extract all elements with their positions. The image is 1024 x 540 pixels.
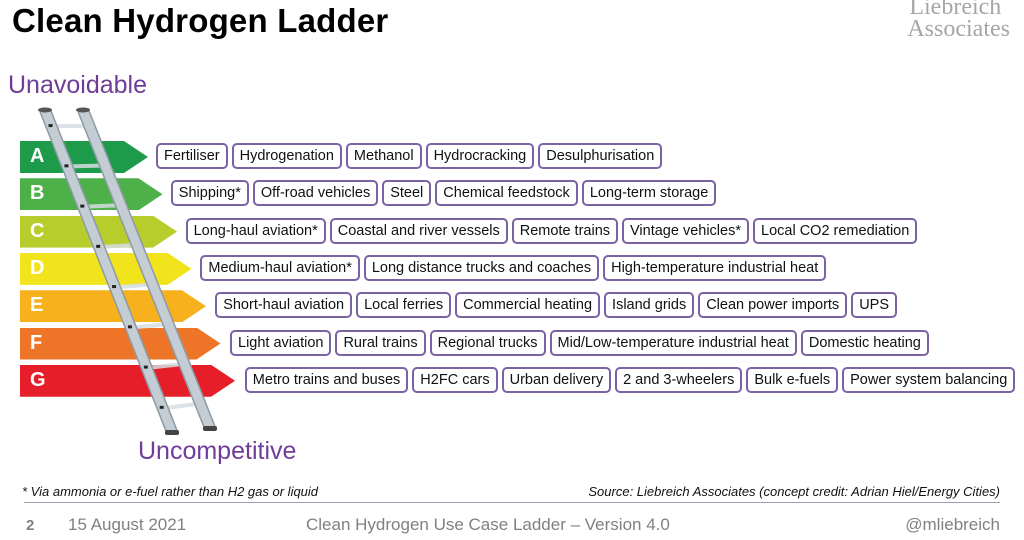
- ladder-rung: [70, 163, 101, 169]
- use-case-chip: Metro trains and buses: [244, 366, 409, 393]
- use-case-chip: Long-term storage: [581, 180, 717, 207]
- ladder-rung: [133, 322, 165, 330]
- use-case-chip: 2 and 3-wheelers: [615, 366, 743, 393]
- use-case-chip: Long-haul aviation*: [185, 217, 326, 244]
- use-case-chip: Chemical feedstock: [435, 180, 578, 207]
- use-case-row-a: Fertiliser Hydrogenation Methanol Hydrocrac…: [156, 143, 663, 169]
- use-case-chip: Domestic heating: [800, 329, 929, 356]
- use-case-chip: Commercial heating: [455, 292, 601, 319]
- use-case-chip: Clean power imports: [698, 292, 848, 319]
- use-case-chip: Hydrocracking: [425, 143, 535, 169]
- ladder-rung: [149, 362, 181, 370]
- ladder-rivet: [143, 365, 148, 369]
- use-case-chip: Local ferries: [356, 292, 452, 319]
- ladder-rivet: [80, 204, 85, 208]
- ladder-rivet: [96, 244, 101, 248]
- use-case-chip: Hydrogenation: [231, 143, 342, 169]
- use-case-chip: Steel: [382, 180, 432, 207]
- ladder-rail-cap: [38, 107, 52, 113]
- use-case-chip: H2FC cars: [412, 366, 498, 393]
- use-case-chip: Short-haul aviation: [215, 292, 353, 319]
- footer-divider: [24, 502, 1000, 503]
- ladder-rivet: [64, 164, 69, 168]
- footer-date: 15 August 2021: [68, 515, 187, 534]
- footer-handle: @mliebreich: [905, 515, 1000, 534]
- ladder-rung: [86, 203, 117, 209]
- use-case-chip: Fertiliser: [156, 143, 228, 169]
- ladder-rivet: [48, 124, 53, 128]
- use-case-chip: Vintage vehicles*: [622, 217, 749, 244]
- use-case-chip: Light aviation: [230, 329, 332, 356]
- use-case-chip: Bulk e-fuels: [746, 366, 839, 393]
- use-case-chip: UPS: [851, 292, 898, 319]
- ladder-rivet: [127, 325, 132, 329]
- use-case-chip: Coastal and river vessels: [329, 217, 508, 244]
- use-case-chip: Medium-haul aviation*: [200, 254, 360, 281]
- use-case-row-c: Long-haul aviation* Coastal and river ves…: [185, 217, 918, 244]
- use-case-chip: Power system balancing: [842, 366, 1016, 393]
- footer-deck-title: Clean Hydrogen Use Case Ladder – Version…: [306, 515, 670, 534]
- use-case-chip: Local CO2 remediation: [753, 217, 918, 244]
- ladder-rung: [102, 243, 133, 249]
- ladder-foot: [203, 426, 217, 431]
- use-case-chip: Regional trucks: [429, 329, 546, 356]
- use-case-chip: Island grids: [604, 292, 695, 319]
- use-case-chip: Mid/Low-temperature industrial heat: [549, 329, 797, 356]
- use-case-chip: Urban delivery: [501, 366, 612, 393]
- footnote: * Via ammonia or e-fuel rather than H2 g…: [22, 484, 319, 499]
- use-case-chip: Long distance trucks and coaches: [363, 254, 600, 281]
- bottom-axis-label: Uncompetitive: [138, 437, 297, 465]
- use-case-chip: Desulphurisation: [538, 143, 663, 169]
- ladder-rail-cap: [76, 107, 90, 113]
- ladder-rivet: [159, 405, 164, 409]
- use-case-chip: Shipping*: [170, 180, 249, 207]
- page-number: 2: [26, 517, 35, 534]
- ladder-rung: [117, 282, 149, 290]
- ladder-foot: [165, 430, 179, 435]
- use-case-chip: Rural trains: [335, 329, 426, 356]
- source-credit: Source: Liebreich Associates (concept cr…: [588, 484, 1000, 499]
- use-case-row-g: Metro trains and buses H2FC cars Urban del…: [244, 366, 1016, 393]
- use-case-chip: High-temperature industrial heat: [603, 254, 827, 281]
- use-case-chip: Remote trains: [511, 217, 619, 244]
- ladder-rung: [165, 402, 196, 410]
- use-case-chip: Methanol: [345, 143, 422, 169]
- use-case-row-b: Shipping* Off-road vehicles Steel Chemical …: [170, 180, 717, 207]
- use-case-row-f: Light aviation Rural trains Regional truck…: [230, 329, 929, 356]
- use-case-row-d: Medium-haul aviation* Long distance truck…: [200, 254, 827, 281]
- use-case-chip: Off-road vehicles: [252, 180, 379, 207]
- use-case-row-e: Short-haul aviation Local ferries Commerci…: [215, 292, 898, 319]
- ladder-rivet: [112, 285, 117, 289]
